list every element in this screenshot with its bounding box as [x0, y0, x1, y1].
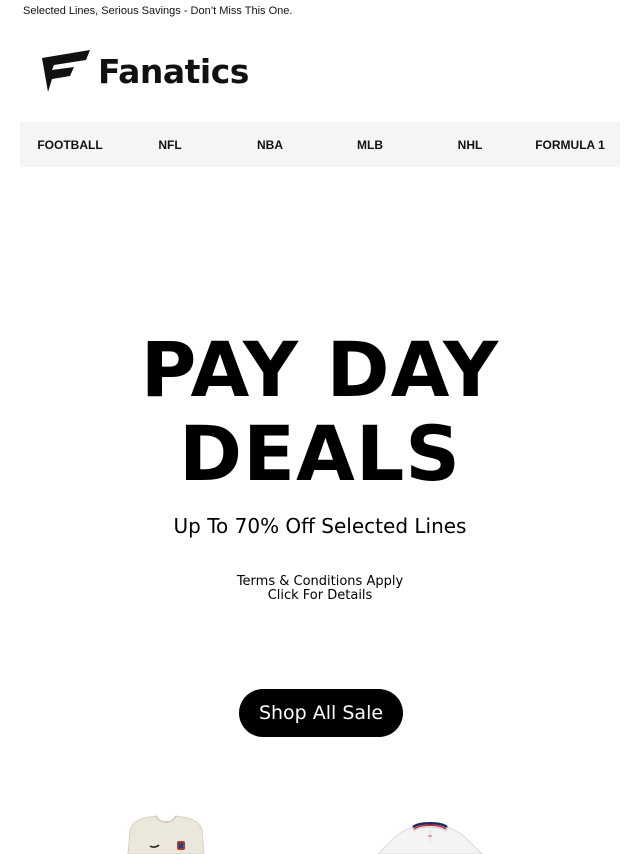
nav-item-nfl[interactable]: NFL [120, 122, 220, 167]
nav-item-mlb[interactable]: MLB [320, 122, 420, 167]
cream-hoodie-product-image[interactable] [116, 812, 216, 854]
brand-name: Fanatics [98, 52, 249, 91]
nav-item-nhl[interactable]: NHL [420, 122, 520, 167]
hero-title[interactable]: PAY DAY DEALS [0, 328, 640, 496]
nav-item-football[interactable]: FOOTBALL [20, 122, 120, 167]
terms-link[interactable]: Terms & Conditions Apply Click For Detai… [0, 575, 640, 603]
preheader-text: Selected Lines, Serious Savings - Don’t … [23, 5, 293, 17]
white-polo-shirt-product-image[interactable] [370, 812, 490, 854]
terms-line-1: Terms & Conditions Apply [236, 574, 404, 589]
category-nav: FOOTBALL NFL NBA MLB NHL FORMULA 1 [20, 122, 620, 167]
shop-all-sale-button[interactable]: Shop All Sale [239, 689, 403, 737]
nav-item-formula-1[interactable]: FORMULA 1 [520, 122, 620, 167]
terms-line-2: Click For Details [267, 588, 373, 603]
fanatics-flag-logo-icon [40, 50, 92, 94]
hero-title-line-1: PAY DAY [140, 325, 500, 414]
fanatics-logo[interactable]: Fanatics [40, 50, 249, 94]
hero-title-line-2: DEALS [179, 409, 461, 498]
hero-subtitle: Up To 70% Off Selected Lines [173, 514, 467, 538]
nav-item-nba[interactable]: NBA [220, 122, 320, 167]
